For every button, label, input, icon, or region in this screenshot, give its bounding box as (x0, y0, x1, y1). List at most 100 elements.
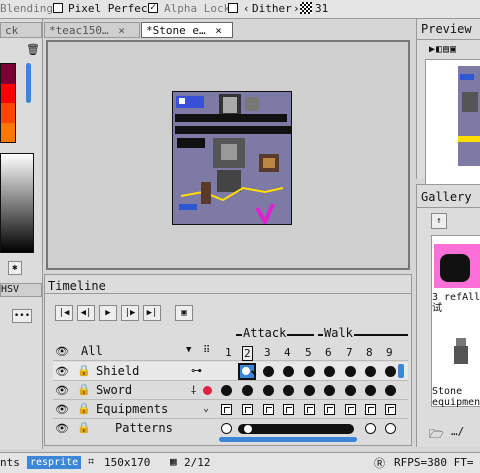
timeline-vscroll[interactable] (398, 364, 404, 378)
cel[interactable] (365, 385, 376, 396)
gallery-item-2-label[interactable]: Stone equipment (432, 386, 480, 408)
layer-row-equipments[interactable]: 👁 🔒 Equipments ⌄ (53, 400, 408, 419)
linked-cel-span[interactable] (238, 424, 354, 434)
group-cel[interactable] (324, 404, 335, 415)
palette-swatch-3[interactable] (1, 103, 15, 123)
cel[interactable] (345, 385, 356, 396)
tag-attack-label[interactable]: Attack (242, 326, 288, 340)
layer-color-dot[interactable] (203, 386, 212, 395)
frame-number-5[interactable]: 5 (305, 346, 312, 359)
cel[interactable] (365, 366, 376, 377)
group-cel[interactable] (345, 404, 356, 415)
dither-prev-icon[interactable]: ‹ (243, 2, 250, 15)
cel[interactable] (345, 366, 356, 377)
empty-cel[interactable] (385, 423, 396, 434)
gallery-item-1-label[interactable]: 3 refAll 试 (432, 292, 480, 314)
sprite-canvas[interactable] (172, 91, 292, 225)
group-cel[interactable] (385, 404, 396, 415)
frame-number-2[interactable]: 2 (242, 346, 253, 361)
tab-teac150-close-icon[interactable]: × (118, 24, 125, 37)
timeline-hscroll[interactable] (219, 437, 357, 442)
cel[interactable] (221, 385, 232, 396)
grid-toggle-icon[interactable]: ⠿ (203, 345, 210, 356)
blending-checkbox[interactable] (53, 3, 63, 13)
lock-icon[interactable]: 🔒 (77, 383, 91, 396)
cel[interactable] (283, 385, 294, 396)
first-frame-button[interactable]: |◀ (55, 305, 73, 321)
cel[interactable] (385, 366, 396, 377)
alpha-lock-checkbox[interactable] (228, 3, 238, 13)
frame-number-6[interactable]: 6 (325, 346, 332, 359)
palette-swatch-4[interactable] (1, 122, 15, 142)
visibility-eye-icon[interactable]: 👁 (55, 403, 69, 416)
gallery-up-button[interactable]: ↑ (431, 213, 447, 229)
empty-cel[interactable] (221, 423, 232, 434)
prev-frame-button[interactable]: ◀| (77, 305, 95, 321)
cel[interactable] (324, 366, 335, 377)
lock-icon[interactable]: 🔒 (77, 421, 91, 434)
lock-icon[interactable]: 🔒 (77, 402, 91, 415)
hsv-tab[interactable]: HSV (0, 283, 42, 297)
cel[interactable] (263, 385, 274, 396)
tab-palette[interactable]: ck (0, 22, 42, 38)
next-frame-button[interactable]: |▶ (121, 305, 139, 321)
tab-teac150[interactable]: *teac150… × (44, 22, 140, 38)
cel[interactable] (283, 366, 294, 377)
preview-controls-icon[interactable]: ▶◧▤▣ (429, 44, 457, 55)
frame-number-8[interactable]: 8 (366, 346, 373, 359)
palette-scrollbar[interactable] (26, 63, 31, 103)
visibility-eye-icon[interactable]: 👁 (55, 384, 69, 397)
layer-filter-value[interactable]: All (81, 344, 103, 358)
group-cel[interactable] (221, 404, 232, 415)
preview-canvas[interactable] (425, 59, 480, 197)
hsv-menu-button[interactable]: ••• (12, 309, 32, 323)
frame-number-9[interactable]: 9 (386, 346, 393, 359)
layer-row-shield[interactable]: 👁 🔒 Shield ⊶ ⬉ (53, 362, 408, 381)
gallery-thumb-1[interactable] (434, 244, 480, 288)
gallery-panel: Gallery ↑ 3 refAll 试 Stone equipment 🗁 …… (416, 184, 480, 447)
layer-row-patterns[interactable]: 👁 🔒 Patterns (53, 419, 408, 438)
color-picker-button[interactable]: ✱ (8, 261, 22, 275)
frame-number-4[interactable]: 4 (284, 346, 291, 359)
play-button[interactable]: ▶ (99, 305, 117, 321)
delete-color-icon[interactable]: 🗑 (26, 43, 40, 56)
cel[interactable] (304, 366, 315, 377)
visibility-eye-icon[interactable]: 👁 (55, 422, 69, 435)
layer-filter-dropdown-icon[interactable]: ▼ (186, 345, 191, 355)
cel[interactable] (304, 385, 315, 396)
cel[interactable] (324, 385, 335, 396)
palette-swatch-1[interactable] (1, 64, 15, 84)
layer-row-sword[interactable]: 👁 🔒 Sword ⸸ (53, 381, 408, 400)
pixel-perfect-checkbox[interactable] (148, 3, 158, 13)
group-cel[interactable] (304, 404, 315, 415)
group-cel[interactable] (263, 404, 274, 415)
dither-next-icon[interactable]: › (293, 2, 300, 15)
cel[interactable] (242, 385, 253, 396)
palette-swatch-2[interactable] (1, 83, 15, 103)
color-picker-gradient[interactable] (0, 153, 34, 253)
tab-stone-close-icon[interactable]: × (215, 24, 222, 37)
tab-stone-equipment[interactable]: *Stone e… × (141, 22, 233, 38)
cel[interactable] (263, 366, 274, 377)
app-badge: resprite (27, 456, 82, 469)
empty-cel[interactable] (365, 423, 376, 434)
link-icon[interactable]: ⊶ (191, 364, 202, 377)
canvas-viewport[interactable] (46, 40, 410, 270)
frame-number-3[interactable]: 3 (264, 346, 271, 359)
visibility-eye-icon[interactable]: 👁 (55, 365, 69, 378)
group-cel[interactable] (283, 404, 294, 415)
frame-number-7[interactable]: 7 (346, 346, 353, 359)
gallery-list[interactable]: 3 refAll 试 Stone equipment (431, 235, 480, 408)
group-cel[interactable] (365, 404, 376, 415)
last-frame-button[interactable]: ▶| (143, 305, 161, 321)
cel[interactable] (385, 385, 396, 396)
eye-all-icon[interactable]: 👁 (55, 345, 69, 358)
gallery-thumb-2[interactable] (452, 336, 480, 372)
tag-walk-label[interactable]: Walk (323, 326, 354, 340)
lock-icon[interactable]: 🔒 (77, 364, 91, 377)
folder-icon[interactable]: 🗁 (429, 425, 444, 446)
frame-number-1[interactable]: 1 (225, 346, 232, 359)
group-cel[interactable] (242, 404, 253, 415)
group-expand-icon[interactable]: ⌄ (203, 403, 209, 414)
onion-skin-button[interactable]: ▣ (175, 305, 193, 321)
